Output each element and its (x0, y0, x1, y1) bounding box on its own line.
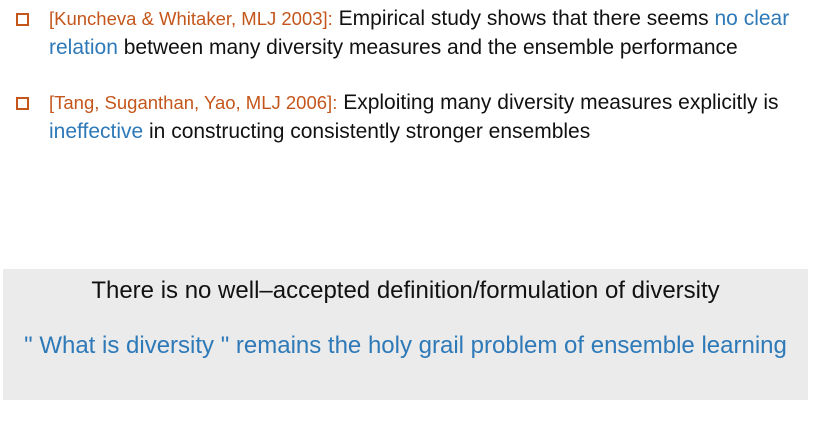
summary-statement: There is no well–accepted definition/for… (91, 277, 720, 304)
bullet-text: Exploiting many diversity measures expli… (343, 91, 779, 114)
summary-box: There is no well–accepted definition/for… (3, 269, 808, 400)
bullet-text: in constructing consistently stronger en… (149, 119, 591, 143)
bullet-item-kuncheva: [Kuncheva & Whitaker, MLJ 2003]: Empiric… (16, 5, 812, 62)
citation: [Kuncheva & Whitaker, MLJ 2003]: (49, 8, 333, 29)
bullet-text: Empirical study shows that there seems (338, 7, 709, 30)
hollow-square-bullet-icon (16, 13, 29, 26)
bullet-text: between many diversity measures and the … (123, 35, 738, 59)
summary-question: " What is diversity " remains the holy g… (24, 332, 787, 359)
hollow-square-bullet-icon (16, 97, 29, 110)
emphasis-text: ineffective (49, 119, 144, 143)
bullet-list: [Kuncheva & Whitaker, MLJ 2003]: Empiric… (16, 5, 812, 146)
bullet-item-tang: [Tang, Suganthan, Yao, MLJ 2006]: Exploi… (16, 89, 812, 146)
citation: [Tang, Suganthan, Yao, MLJ 2006]: (49, 92, 338, 113)
